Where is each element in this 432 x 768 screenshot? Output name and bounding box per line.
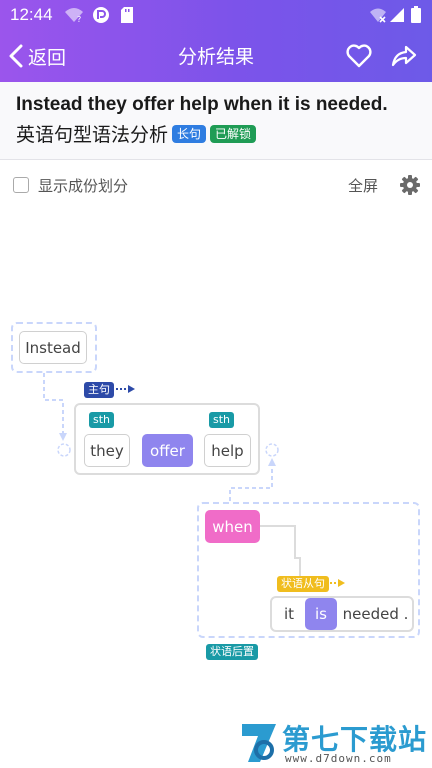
app-bar: 返回 分析结果 xyxy=(0,30,432,82)
wifi-question-icon: ? xyxy=(65,8,83,24)
battery-icon xyxy=(411,6,421,23)
fullscreen-button[interactable]: 全屏 xyxy=(348,175,378,196)
word-help[interactable]: help xyxy=(204,434,251,467)
sentence-diagram: Instead 主句 sth sth they offer help when … xyxy=(0,210,432,710)
long-sentence-tag: 长句 xyxy=(172,124,207,143)
analysis-subtitle: 英语句型语法分析 xyxy=(16,124,169,146)
back-button[interactable]: 返回 xyxy=(8,40,66,72)
brand-logo-icon xyxy=(242,724,276,762)
word-they[interactable]: they xyxy=(84,434,130,467)
back-label: 返回 xyxy=(28,46,67,69)
app-notification-icon xyxy=(93,7,109,23)
unlocked-tag: 已解锁 xyxy=(210,124,257,143)
heart-icon[interactable] xyxy=(345,42,373,70)
sentence-text: Instead they offer help when it is neede… xyxy=(16,94,388,115)
top-bar: 12:44 ? 返回 分析结果 xyxy=(0,0,432,82)
main-clause-label: 主句 xyxy=(84,382,114,398)
wifi-off-icon xyxy=(370,8,386,23)
sd-card-icon xyxy=(121,7,133,23)
word-is[interactable]: is xyxy=(305,598,337,630)
word-instead[interactable]: Instead xyxy=(19,331,87,364)
sentence-panel: Instead they offer help when it is neede… xyxy=(0,82,432,160)
sentence-subline: 英语句型语法分析 长句 已解锁 xyxy=(16,120,416,147)
watermark-url: www.d7down.com xyxy=(285,752,392,765)
sth-label-subject: sth xyxy=(89,412,115,428)
word-it[interactable]: it xyxy=(273,598,305,630)
show-components-checkbox[interactable] xyxy=(13,177,29,193)
options-bar: 显示成份划分 全屏 xyxy=(0,160,432,210)
postposition-label: 状语后置 xyxy=(206,644,258,660)
share-icon[interactable] xyxy=(390,42,418,70)
word-offer[interactable]: offer xyxy=(142,434,193,467)
chevron-left-icon xyxy=(9,44,23,68)
show-components-label: 显示成份划分 xyxy=(38,177,129,195)
status-bar: 12:44 ? xyxy=(0,0,432,30)
gear-icon[interactable] xyxy=(400,175,420,195)
sth-label-object: sth xyxy=(209,412,235,428)
watermark: 第七下载站 www.d7down.com xyxy=(238,718,428,766)
status-time: 12:44 xyxy=(10,5,53,24)
word-when[interactable]: when xyxy=(205,510,260,543)
word-needed[interactable]: needed . xyxy=(339,598,412,630)
svg-text:?: ? xyxy=(77,15,81,24)
signal-icon xyxy=(390,8,404,22)
adverbial-clause-label: 状语从句 xyxy=(277,576,329,592)
